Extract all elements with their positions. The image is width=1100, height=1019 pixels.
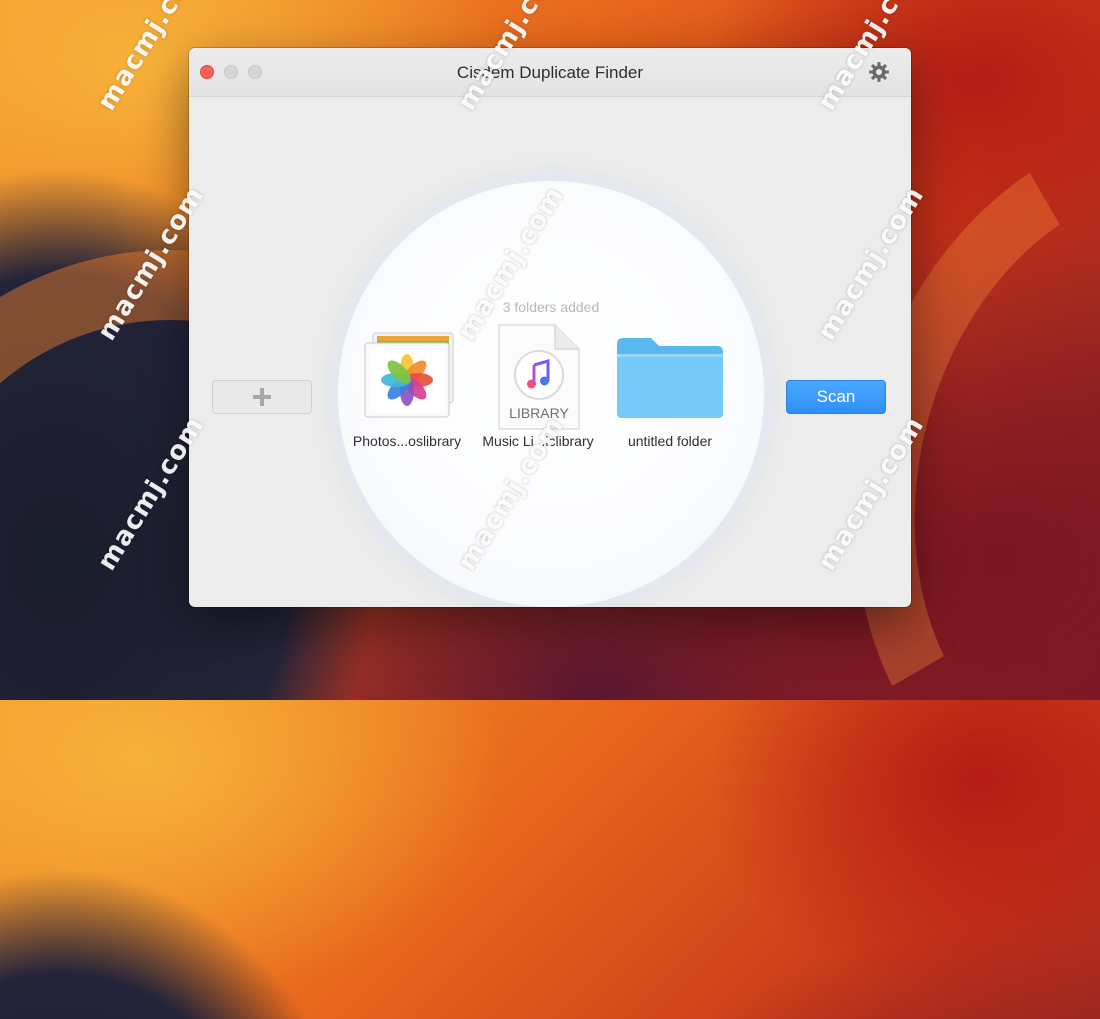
gear-icon[interactable] <box>868 61 890 83</box>
folder-item-label: Photos...oslibrary <box>352 433 462 449</box>
drop-zone[interactable]: 3 folders added Photos...oslibrary LIBRA… <box>338 181 764 607</box>
plus-icon <box>253 388 271 406</box>
folders-added-status: 3 folders added <box>502 299 600 315</box>
music-library-icon: LIBRARY <box>498 324 580 430</box>
add-folder-button[interactable] <box>212 380 312 414</box>
app-window: Cisdem Duplicate Finder 3 folders added … <box>189 48 911 607</box>
main-content: 3 folders added Photos...oslibrary LIBRA… <box>189 97 911 607</box>
scan-button[interactable]: Scan <box>786 380 886 414</box>
photos-library-icon <box>364 332 454 418</box>
folder-item-photos[interactable]: Photos...oslibrary <box>343 327 471 449</box>
title-bar: Cisdem Duplicate Finder <box>189 48 911 97</box>
folder-icon <box>617 338 723 418</box>
folder-item-label: untitled folder <box>627 433 713 449</box>
folder-item-untitled[interactable]: untitled folder <box>606 327 734 449</box>
window-title: Cisdem Duplicate Finder <box>456 63 644 82</box>
